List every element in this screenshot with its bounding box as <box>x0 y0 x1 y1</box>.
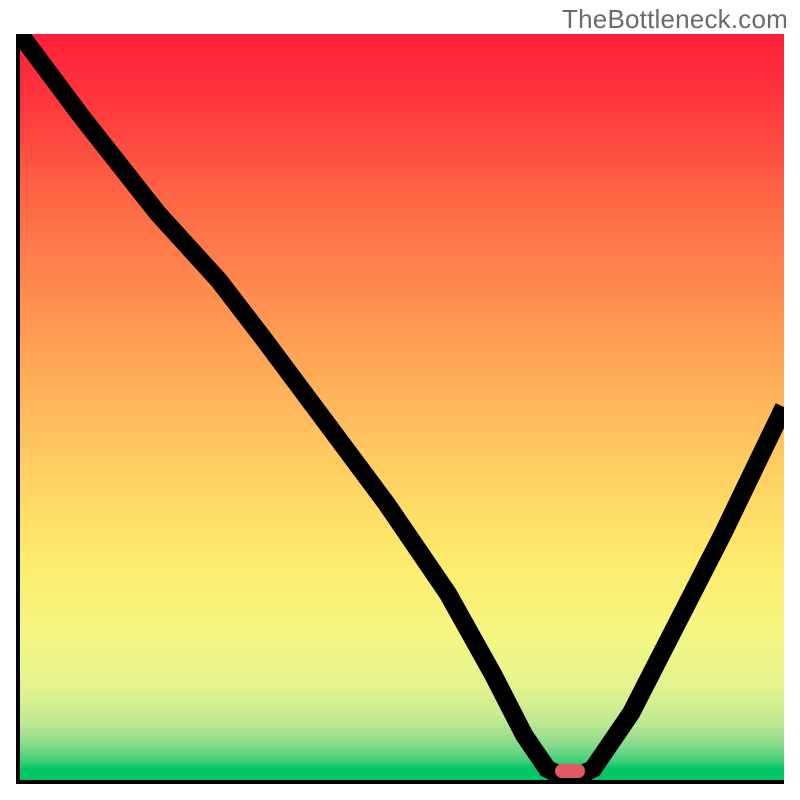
curve-path <box>20 34 784 776</box>
bottleneck-chart: TheBottleneck.com <box>0 0 800 800</box>
watermark-text: TheBottleneck.com <box>562 4 788 35</box>
target-marker <box>555 764 585 778</box>
plot-area <box>16 34 784 784</box>
bottleneck-curve <box>20 34 784 780</box>
